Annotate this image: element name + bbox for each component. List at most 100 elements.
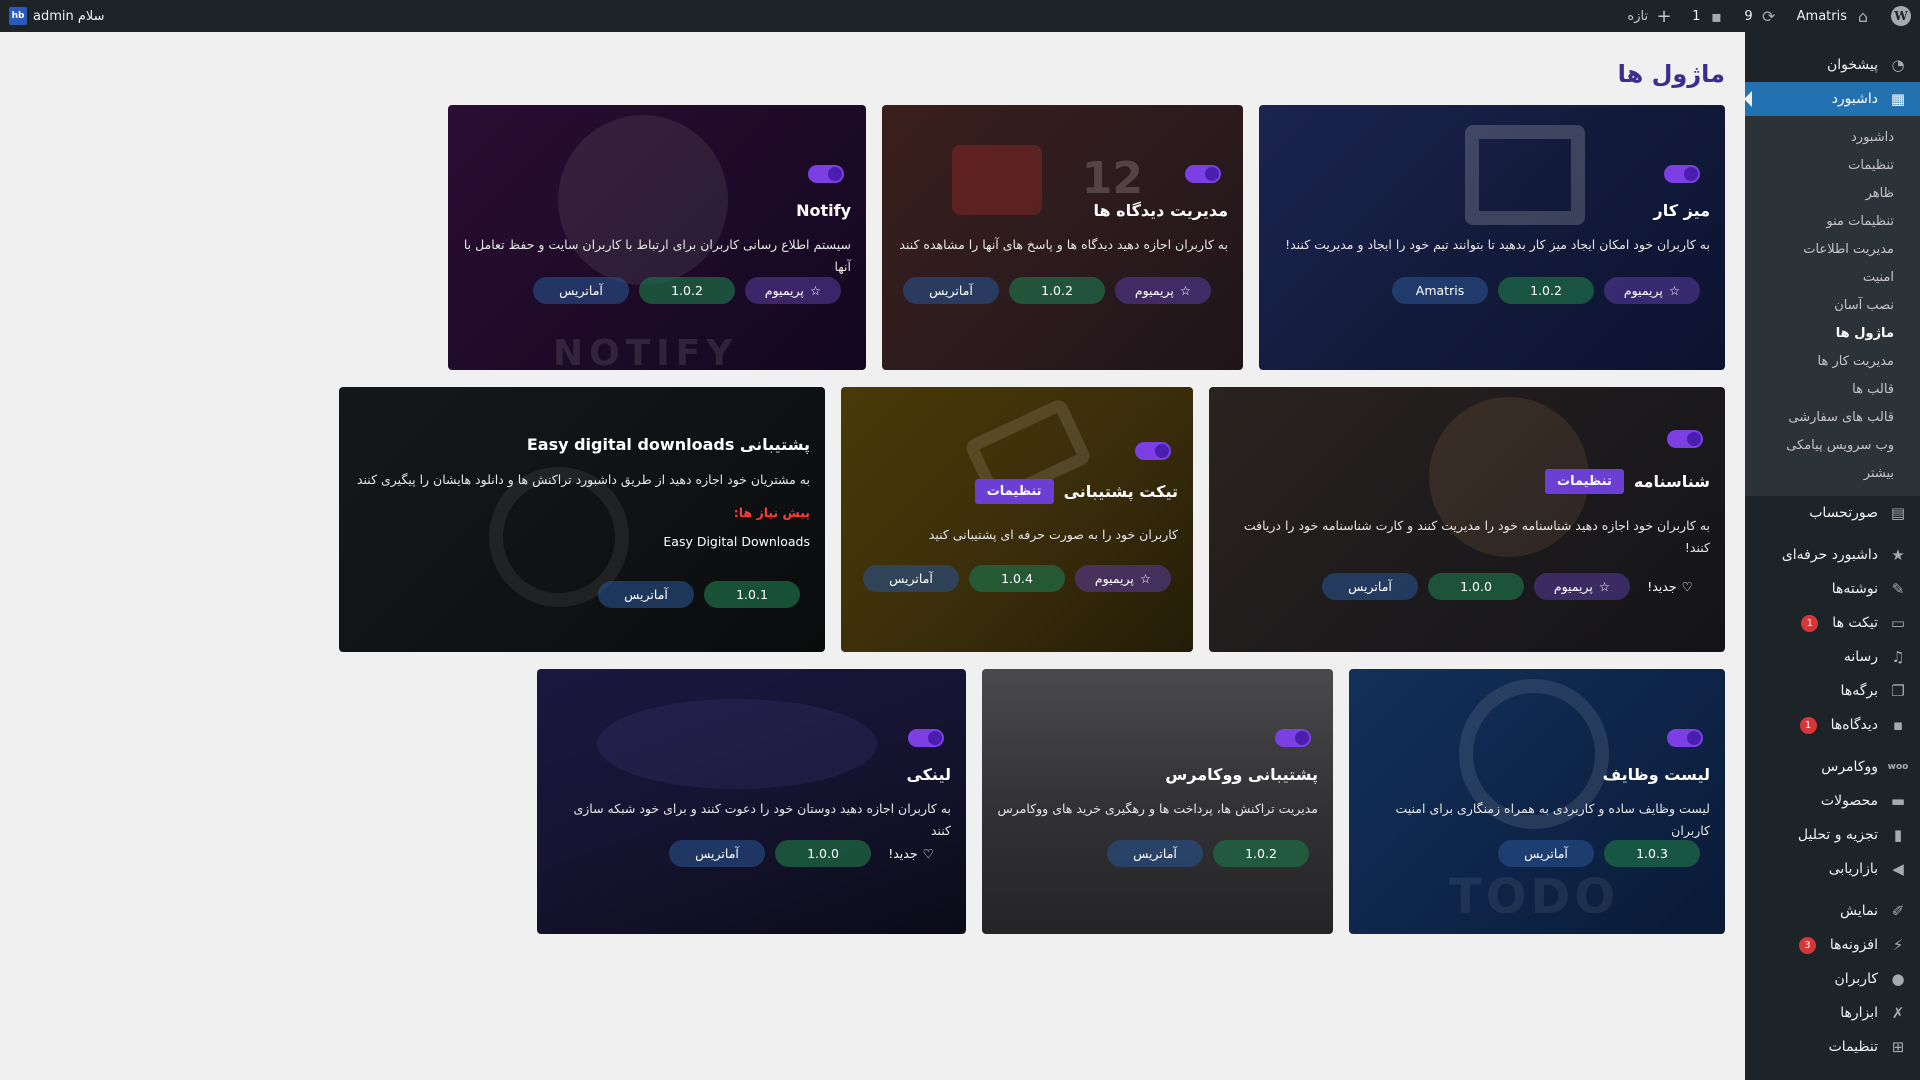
plus-icon: +: [1656, 5, 1672, 27]
version-badge: 1.0.2: [1498, 277, 1594, 304]
settings-button[interactable]: تنظیمات: [1545, 469, 1624, 494]
comments-count: 1: [1692, 8, 1701, 24]
my-account-link[interactable]: سلام admin hb: [0, 0, 114, 32]
version-badge: 1.0.2: [639, 277, 735, 304]
submenu-item[interactable]: داشبورد: [1745, 124, 1920, 152]
submenu-item[interactable]: ظاهر: [1745, 180, 1920, 208]
menu-item-posts[interactable]: ✎ نوشته‌ها: [1745, 572, 1920, 606]
menu-item-woocommerce[interactable]: woo ووکامرس: [1745, 750, 1920, 784]
menu-item-label: افزونه‌ها: [1829, 937, 1878, 953]
star-outline-icon: ☆: [1598, 579, 1611, 594]
ticket-icon: ▭: [1890, 614, 1906, 632]
menu-item-label: رسانه: [1843, 649, 1878, 665]
submenu-item-modules[interactable]: ماژول ها: [1745, 320, 1920, 348]
menu-item-analytics[interactable]: ▮ تجزیه و تحلیل: [1745, 818, 1920, 852]
submenu-item[interactable]: مدیریت کار ها: [1745, 348, 1920, 376]
card-description: لیست وظایف ساده و کاربردی به همراه زمنگا…: [1395, 801, 1710, 838]
module-toggle[interactable]: [1667, 430, 1703, 448]
settings-icon: ⊞: [1891, 1038, 1905, 1056]
site-name-link[interactable]: ⌂ Amatris: [1788, 0, 1882, 32]
author-badge: آماتریس: [598, 581, 694, 608]
submenu-item[interactable]: وب سرویس پیامکی: [1745, 432, 1920, 460]
submenu-item[interactable]: قالب ها: [1745, 376, 1920, 404]
site-name: Amatris: [1796, 8, 1847, 24]
updates-count: 9: [1744, 8, 1753, 24]
module-toggle[interactable]: [1664, 165, 1700, 183]
wp-logo-menu[interactable]: W: [1882, 0, 1920, 32]
module-toggle[interactable]: [1667, 729, 1703, 747]
menu-item-plugins[interactable]: ⚡ افزونه‌ها 3: [1745, 928, 1920, 962]
menu-item-label: برگه‌ها: [1840, 683, 1878, 699]
card-description: کاربران خود را به صورت حرفه ای پشتیبانی …: [928, 527, 1178, 542]
menu-item-tools[interactable]: ✗ ابزارها: [1745, 996, 1920, 1030]
menu-item-pages[interactable]: ❐ برگه‌ها: [1745, 674, 1920, 708]
admin-bar: W ⌂ Amatris ⟳ 9 ▪ 1 + تازه سلام admin hb: [0, 0, 1920, 32]
greeting: سلام admin: [33, 8, 105, 24]
menu-item-label: تیکت ها: [1832, 615, 1878, 631]
submenu-item[interactable]: بیشتر: [1745, 460, 1920, 488]
brush-icon: ✐: [1891, 902, 1905, 920]
module-toggle[interactable]: [908, 729, 944, 747]
pages-icon: ❐: [1891, 682, 1905, 700]
module-card-workspace: میز کار به کاربران خود امکان ایجاد میز ک…: [1259, 105, 1725, 370]
menu-item-dashboard[interactable]: ◔ پیشخوان: [1745, 48, 1920, 82]
menu-item-pro-dashboard[interactable]: ★ داشبورد حرفه‌ای: [1745, 538, 1920, 572]
menu-item-label: نوشته‌ها: [1831, 581, 1878, 597]
card-title: لیست وظایف: [1602, 765, 1710, 784]
menu-item-label: بازاریابی: [1828, 861, 1878, 877]
card-description: به کاربران اجازه دهید دوستان خود را دعوت…: [573, 801, 951, 838]
new-content-link[interactable]: + تازه: [1618, 0, 1683, 32]
menu-item-appearance[interactable]: ✐ نمایش: [1745, 894, 1920, 928]
star-outline-icon: ☆: [1139, 571, 1152, 586]
menu-item-comments[interactable]: ▪ دیدگاه‌ها 1: [1745, 708, 1920, 742]
module-toggle[interactable]: [808, 165, 844, 183]
submenu-item[interactable]: مدیریت اطلاعات: [1745, 236, 1920, 264]
star-outline-icon: ☆: [809, 283, 822, 298]
menu-item-invoice[interactable]: ▤ صورتحساب: [1745, 496, 1920, 530]
comments-badge: 1: [1799, 716, 1817, 734]
menu-item-label: ووکامرس: [1821, 759, 1878, 775]
menu-item-label: پیشخوان: [1826, 57, 1878, 73]
submenu-item[interactable]: تنظیمات منو: [1745, 208, 1920, 236]
module-toggle[interactable]: [1275, 729, 1311, 747]
archive-icon: ▬: [1890, 792, 1906, 810]
plug-icon: ⚡: [1892, 936, 1904, 954]
menu-item-label: ابزارها: [1840, 1005, 1878, 1021]
updates-link[interactable]: ⟳ 9: [1735, 0, 1787, 32]
menu-item-label: داشبورد: [1831, 91, 1878, 107]
module-toggle[interactable]: [1135, 442, 1171, 460]
menu-item-settings[interactable]: ⊞ تنظیمات: [1745, 1030, 1920, 1064]
menu-item-users[interactable]: ● کاربران: [1745, 962, 1920, 996]
author-badge: آماتریس: [1498, 840, 1594, 867]
star-icon: ★: [1891, 546, 1905, 564]
wrench-icon: ✗: [1891, 1004, 1905, 1022]
module-toggle[interactable]: [1185, 165, 1221, 183]
page-title: ماژول ها: [1617, 60, 1725, 88]
comments-link[interactable]: ▪ 1: [1683, 0, 1735, 32]
submenu-item[interactable]: تنظیمات: [1745, 152, 1920, 180]
submenu-item[interactable]: قالب های سفارشی: [1745, 404, 1920, 432]
submenu-item[interactable]: امنیت: [1745, 264, 1920, 292]
prerequisites-value: Easy Digital Downloads: [663, 534, 810, 549]
panel-submenu: داشبورد تنظیمات ظاهر تنظیمات منو مدیریت …: [1745, 116, 1920, 496]
settings-button[interactable]: تنظیمات: [974, 479, 1054, 504]
menu-item-panel[interactable]: ▦ داشبورد: [1744, 82, 1920, 116]
version-badge: 1.0.0: [775, 840, 871, 867]
megaphone-icon: ◀: [1892, 860, 1904, 878]
module-card-notify: NOTIFY Notify سیستم اطلاع رسانی کاربران …: [448, 105, 866, 370]
submenu-item[interactable]: نصب آسان: [1745, 292, 1920, 320]
heart-icon: ♡: [1681, 579, 1693, 594]
author-badge: آماتریس: [533, 277, 629, 304]
plugins-badge: 3: [1798, 936, 1816, 954]
version-badge: 1.0.2: [1009, 277, 1105, 304]
invoice-icon: ▤: [1890, 504, 1906, 522]
premium-badge: ☆ پریمیوم: [1534, 573, 1630, 600]
menu-item-products[interactable]: ▬ محصولات: [1745, 784, 1920, 818]
menu-item-label: محصولات: [1820, 793, 1878, 809]
menu-item-tickets[interactable]: ▭ تیکت ها 1: [1745, 606, 1920, 640]
menu-item-marketing[interactable]: ◀ بازاریابی: [1745, 852, 1920, 886]
author-badge: آماتریس: [1107, 840, 1203, 867]
module-card-identity: شناسنامه تنظیمات به کاربران خود اجازه ده…: [1209, 387, 1725, 652]
menu-item-media[interactable]: ♫ رسانه: [1745, 640, 1920, 674]
menu-item-label: نمایش: [1839, 903, 1878, 919]
